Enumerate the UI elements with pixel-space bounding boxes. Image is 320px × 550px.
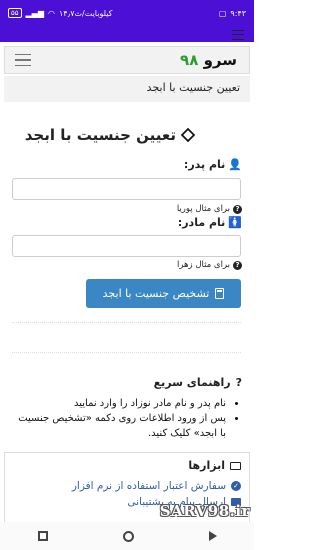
status-time: ۹:۴۳ xyxy=(230,8,246,18)
order-credit-link[interactable]: ✓ سفارش اعتبار استفاده از نرم افزار xyxy=(72,480,241,492)
monitor-icon xyxy=(230,461,241,470)
mother-name-input[interactable] xyxy=(12,235,241,257)
page-title: تعیین جنسیت با ابجد xyxy=(24,126,196,144)
father-label-text: نام پدر: xyxy=(183,158,226,171)
submit-button-label: تشخیص جنسیت با ابجد xyxy=(102,287,210,300)
mother-hint: ? برای مثال زهرا xyxy=(177,260,242,270)
browser-toolbar xyxy=(0,26,254,42)
status-left: ۵۵ ▂▄▆ ◠ ۱۴٫۷کیلوبایت/ث xyxy=(8,8,112,18)
mother-label-text: نام مادر: xyxy=(177,216,226,229)
guide-title: ? راهنمای سریع xyxy=(154,376,242,389)
guide-list: نام پدر و نام مادر نوزاد را وارد نمایید … xyxy=(12,396,240,441)
guide-item: پس از ورود اطلاعات روی دکمه «تشخیص جنسیت… xyxy=(12,411,226,441)
signal-icon: ▂▄▆ xyxy=(25,8,44,18)
father-hint: ? برای مثال پوریا xyxy=(177,204,242,214)
mother-hint-text: برای مثال زهرا xyxy=(177,260,230,270)
father-hint-text: برای مثال پوریا xyxy=(176,204,230,214)
menu-icon[interactable] xyxy=(232,30,244,40)
brand-text: سرو xyxy=(203,51,237,69)
site-brand[interactable]: سرو ۹۸ xyxy=(180,51,237,69)
female-user-icon: 🚺 xyxy=(228,216,242,229)
notification-icon: ▢ xyxy=(218,8,227,18)
check-circle-icon: ✓ xyxy=(231,481,241,491)
site-watermark: SARV98.ir xyxy=(159,502,250,520)
home-icon[interactable] xyxy=(122,530,134,542)
breadcrumb: تعیین جنسیت با ابجد xyxy=(4,76,250,102)
status-bar: ۵۵ ▂▄▆ ◠ ۱۴٫۷کیلوبایت/ث ▢ ۹:۴۳ xyxy=(0,0,254,26)
back-icon[interactable] xyxy=(208,531,217,541)
android-nav-bar xyxy=(0,522,254,550)
male-user-icon: 👤 xyxy=(228,158,242,171)
order-credit-link-text: سفارش اعتبار استفاده از نرم افزار xyxy=(71,480,226,492)
brand-number: ۹۸ xyxy=(180,51,199,69)
cube-icon xyxy=(180,127,196,143)
father-name-label: 👤 نام پدر: xyxy=(184,158,242,171)
guide-title-text: راهنمای سریع xyxy=(153,376,231,389)
navbar-toggle-icon[interactable] xyxy=(15,54,31,66)
wifi-icon: ◠ xyxy=(48,8,55,18)
submit-button[interactable]: تشخیص جنسیت با ابجد xyxy=(86,279,241,308)
tools-header: ابزارها xyxy=(188,459,241,472)
divider xyxy=(12,322,241,323)
divider xyxy=(12,352,241,353)
question-circle-icon: ? xyxy=(233,204,242,214)
recent-apps-icon[interactable] xyxy=(37,531,48,541)
calculator-icon xyxy=(215,288,225,299)
question-icon: ? xyxy=(235,376,242,389)
status-right: ▢ ۹:۴۳ xyxy=(219,9,246,18)
father-name-input[interactable] xyxy=(12,178,241,200)
network-speed: ۱۴٫۷کیلوبایت/ث xyxy=(58,8,113,18)
question-circle-icon: ? xyxy=(233,260,242,270)
battery-indicator: ۵۵ xyxy=(8,8,22,18)
mother-name-label: 🚺 نام مادر: xyxy=(178,216,242,229)
tools-title: ابزارها xyxy=(188,459,225,472)
page-title-text: تعیین جنسیت با ابجد xyxy=(24,126,176,144)
site-navbar: سرو ۹۸ xyxy=(4,46,250,74)
guide-item: نام پدر و نام مادر نوزاد را وارد نمایید xyxy=(12,396,226,411)
